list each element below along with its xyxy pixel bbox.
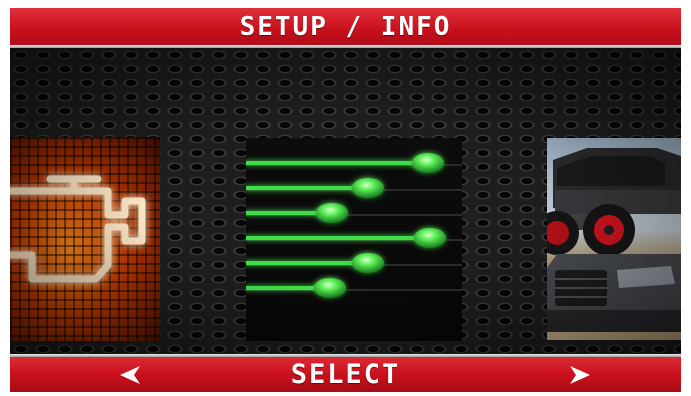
tile-texture [10,137,160,341]
select-button[interactable]: SELECT [291,354,401,392]
settings-sliders-icon [246,153,462,298]
trucks-photo [547,148,681,340]
header-bar: SETUP / INFO [10,8,681,48]
footer-bar: SELECT [10,354,681,392]
menu-tile-settings[interactable] [246,138,462,341]
mesh-background [10,48,681,354]
page-title: SETUP / INFO [239,12,452,42]
menu-tile-check-engine[interactable] [10,137,160,341]
arrow-right-icon[interactable] [566,363,594,387]
arrow-left-icon[interactable] [116,363,144,387]
menu-tile-vehicle-info[interactable] [547,138,681,340]
device-screen: SETUP / INFO SELECT [10,8,681,392]
check-engine-icon [10,175,146,283]
